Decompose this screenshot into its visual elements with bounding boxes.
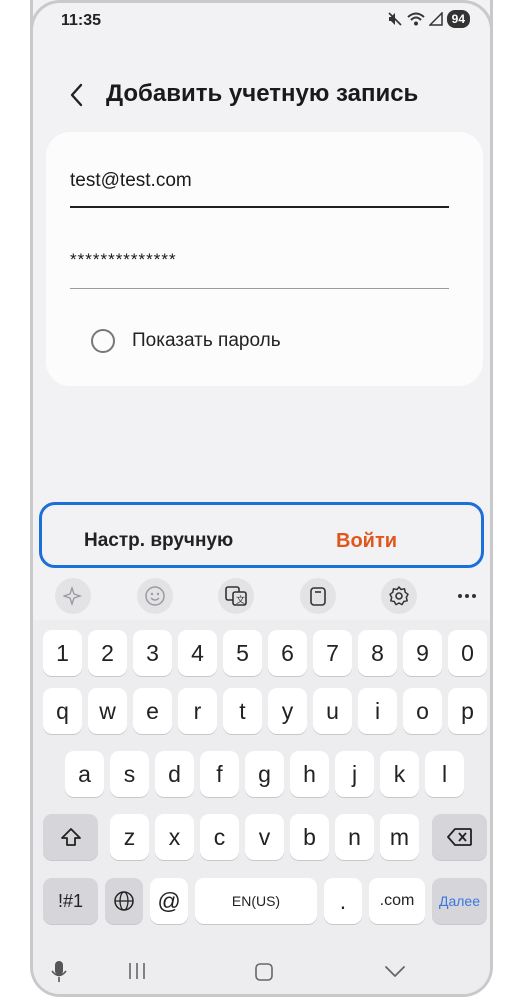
show-password-option[interactable]: Показать пароль	[91, 329, 281, 353]
back-icon[interactable]	[384, 965, 406, 979]
sparkle-icon[interactable]	[55, 578, 91, 614]
key-x[interactable]: x	[155, 814, 194, 860]
key-2[interactable]: 2	[88, 630, 127, 676]
account-form-card: test@test.com ************** Показать па…	[46, 132, 483, 386]
key-w[interactable]: w	[88, 688, 127, 734]
navigation-bar	[33, 940, 490, 994]
back-arrow-icon[interactable]	[65, 82, 89, 108]
key-h[interactable]: h	[290, 751, 329, 797]
key-n[interactable]: n	[335, 814, 374, 860]
key-f[interactable]: f	[200, 751, 239, 797]
show-password-label: Показать пароль	[132, 330, 281, 351]
key-s[interactable]: s	[110, 751, 149, 797]
language-key[interactable]	[105, 878, 143, 924]
key-7[interactable]: 7	[313, 630, 352, 676]
key-i[interactable]: i	[358, 688, 397, 734]
dot-key[interactable]: .	[324, 878, 362, 924]
key-e[interactable]: e	[133, 688, 172, 734]
key-3[interactable]: 3	[133, 630, 172, 676]
key-b[interactable]: b	[290, 814, 329, 860]
phone-screen: 11:35 94 Добавить учетную запись test@te…	[30, 0, 493, 997]
key-y[interactable]: y	[268, 688, 307, 734]
email-field[interactable]: test@test.com	[70, 170, 449, 208]
key-1[interactable]: 1	[43, 630, 82, 676]
key-v[interactable]: v	[245, 814, 284, 860]
key-u[interactable]: u	[313, 688, 352, 734]
dot-com-key[interactable]: .com	[369, 878, 425, 924]
shift-icon	[60, 828, 81, 846]
page-title: Добавить учетную запись	[106, 80, 419, 107]
status-time: 11:35	[61, 12, 102, 29]
login-button[interactable]: Войти	[336, 530, 397, 553]
key-4[interactable]: 4	[178, 630, 217, 676]
key-g[interactable]: g	[245, 751, 284, 797]
key-j[interactable]: j	[335, 751, 374, 797]
settings-icon[interactable]	[381, 578, 417, 614]
symbols-key[interactable]: !#1	[43, 878, 98, 924]
backspace-key[interactable]	[432, 814, 487, 860]
key-c[interactable]: c	[200, 814, 239, 860]
header: Добавить учетную запись	[33, 70, 490, 120]
clipboard-icon[interactable]	[300, 578, 336, 614]
key-9[interactable]: 9	[403, 630, 442, 676]
key-6[interactable]: 6	[268, 630, 307, 676]
signal-icon	[428, 12, 443, 26]
key-a[interactable]: a	[65, 751, 104, 797]
manual-setup-button[interactable]: Настр. вручную	[84, 530, 233, 552]
key-t[interactable]: t	[223, 688, 262, 734]
keyboard: 1 2 3 4 5 6 7 8 9 0 q w e r t y u i o p …	[33, 620, 490, 940]
key-q[interactable]: q	[43, 688, 82, 734]
mic-icon[interactable]	[50, 960, 68, 984]
next-key[interactable]: Далее	[432, 878, 487, 924]
keyboard-toolbar: 文	[33, 576, 490, 616]
status-bar: 11:35 94	[33, 0, 490, 40]
key-0[interactable]: 0	[448, 630, 487, 676]
key-5[interactable]: 5	[223, 630, 262, 676]
key-d[interactable]: d	[155, 751, 194, 797]
wifi-icon	[406, 12, 425, 26]
key-p[interactable]: p	[448, 688, 487, 734]
emoji-icon[interactable]	[137, 578, 173, 614]
key-k[interactable]: k	[380, 751, 419, 797]
status-icons: 94	[387, 10, 470, 28]
at-key[interactable]: @	[150, 878, 188, 924]
backspace-icon	[446, 828, 472, 846]
show-password-radio[interactable]	[91, 329, 115, 353]
shift-key[interactable]	[43, 814, 98, 860]
key-m[interactable]: m	[380, 814, 419, 860]
key-o[interactable]: o	[403, 688, 442, 734]
globe-icon	[114, 891, 134, 911]
key-r[interactable]: r	[178, 688, 217, 734]
space-key[interactable]: EN(US)	[195, 878, 317, 924]
home-icon[interactable]	[254, 962, 274, 982]
mute-icon	[388, 12, 402, 26]
password-field[interactable]: **************	[70, 250, 449, 289]
translate-icon[interactable]: 文	[218, 578, 254, 614]
key-8[interactable]: 8	[358, 630, 397, 676]
key-z[interactable]: z	[110, 814, 149, 860]
action-bar: Настр. вручную Войти	[39, 502, 484, 568]
more-icon[interactable]	[449, 578, 485, 614]
battery-badge: 94	[446, 10, 470, 28]
recents-icon[interactable]	[127, 962, 147, 980]
key-l[interactable]: l	[425, 751, 464, 797]
svg-text:文: 文	[236, 594, 245, 605]
